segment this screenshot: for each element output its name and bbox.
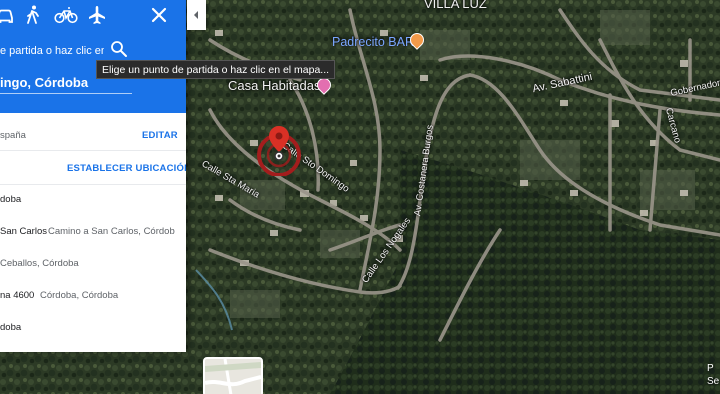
red-location-pin-icon[interactable] [255, 126, 305, 176]
suggestion-subtitle: Camino a San Carlos, Córdob [48, 226, 175, 237]
attribution-line: P [707, 363, 714, 374]
maps-screen: VILLA LUZ Padrecito BAR Casa Habitadas A… [0, 0, 720, 394]
close-icon[interactable] [148, 4, 170, 26]
suggestion-subtitle: Ceballos, Córdoba [0, 258, 79, 269]
suggestion-item[interactable]: doba [0, 186, 186, 214]
chevron-left-icon [194, 11, 198, 19]
place-label-villa-luz: VILLA LUZ [424, 0, 487, 11]
flight-icon[interactable] [86, 4, 108, 26]
suggestion-subtitle: Córdoba, Córdoba [40, 290, 119, 301]
attribution-line: Se [707, 376, 720, 387]
suggestion-item[interactable]: San Carlos Camino a San Carlos, Córdob [0, 218, 186, 246]
suggestion-item[interactable]: doba [0, 314, 186, 342]
suggestion-title: doba [0, 194, 22, 205]
collapse-panel-button[interactable] [187, 0, 206, 30]
edit-button[interactable]: EDITAR [142, 130, 178, 141]
walking-icon[interactable] [22, 4, 44, 26]
poi-label-padrecito-bar[interactable]: Padrecito BAR [332, 35, 414, 49]
bicycle-icon[interactable] [54, 4, 78, 26]
place-label-casa-habitadas: Casa Habitadas [228, 78, 321, 93]
origin-input[interactable] [0, 42, 104, 60]
divider [0, 184, 186, 185]
map-attribution: P Se [707, 362, 719, 388]
map-layers-button[interactable] [203, 357, 263, 394]
search-icon[interactable] [110, 40, 128, 58]
suggestion-title: doba [0, 322, 22, 333]
divider [0, 150, 186, 151]
set-location-button[interactable]: ESTABLECER UBICACIÓN [67, 163, 186, 174]
suggestion-title: San Carlos [0, 226, 47, 237]
tooltip: Elige un punto de partida o haz clic en … [96, 60, 336, 79]
directions-header [0, 0, 186, 113]
map-thumbnail-icon [205, 359, 261, 394]
directions-panel: spaña EDITAR ESTABLECER UBICACIÓN doba S… [0, 0, 186, 352]
location-text: spaña [0, 130, 26, 141]
car-icon[interactable] [0, 4, 16, 26]
suggestion-item[interactable]: Ceballos, Córdoba [0, 250, 186, 278]
current-location-row: spaña EDITAR [0, 122, 186, 150]
suggestion-item[interactable]: na 4600 Córdoba, Córdoba [0, 282, 186, 310]
suggestion-title: na 4600 [0, 290, 35, 301]
